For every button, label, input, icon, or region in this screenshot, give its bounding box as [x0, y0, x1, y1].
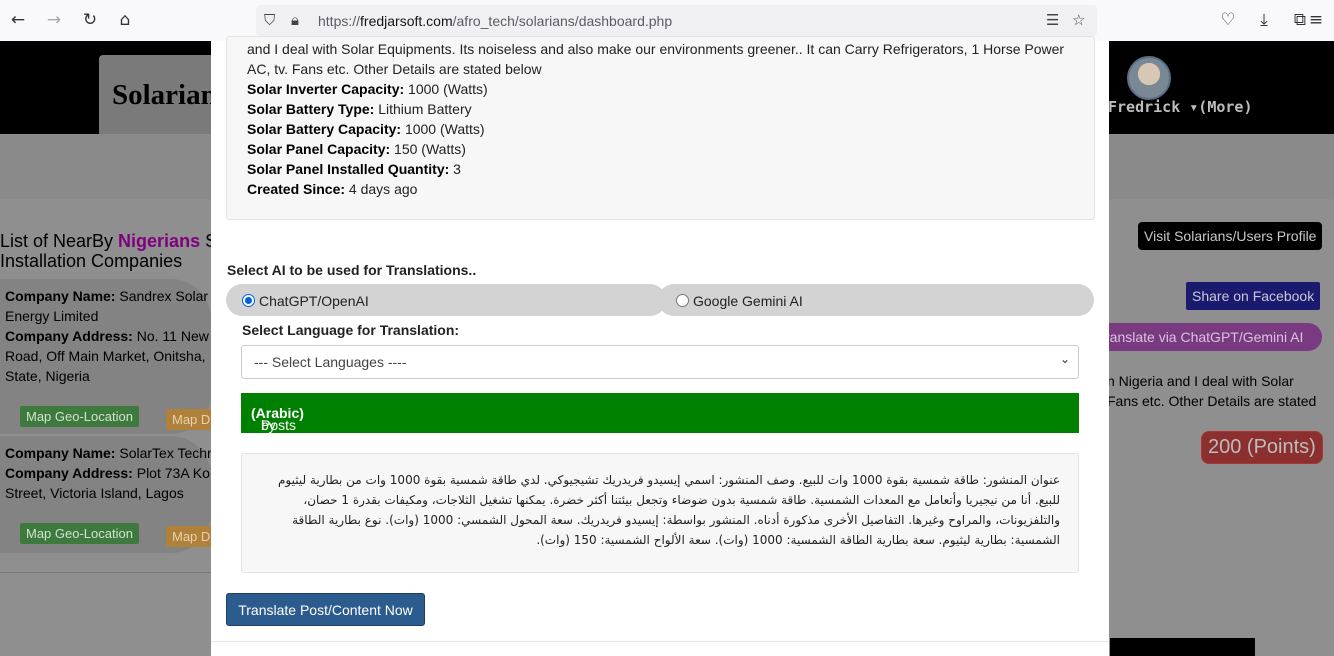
- list-title: List of NearBy Nigerians S Installation C…: [0, 231, 218, 271]
- star-icon[interactable]: ☆: [1072, 11, 1085, 29]
- detail-panel-quantity: Solar Panel Installed Quantity: 3: [247, 161, 461, 177]
- language-select-label: Select Language for Translation:: [242, 322, 460, 338]
- language-select[interactable]: --- Select Languages ---- ⌄: [241, 345, 1079, 379]
- address-bar[interactable]: ⛉ 🔒︎ https://fredjarsoft.com/afro_tech/s…: [256, 5, 1097, 36]
- menu-icon[interactable]: ≡: [1304, 8, 1328, 32]
- detail-inverter: Solar Inverter Capacity: 1000 (Watts): [247, 81, 488, 97]
- share-facebook-button[interactable]: Share on Facebook: [1186, 282, 1321, 310]
- chatgpt-radio-label: ChatGPT/OpenAI: [259, 293, 369, 309]
- url-text: https://fredjarsoft.com/afro_tech/solari…: [318, 13, 673, 29]
- ai-select-label: Select AI to be used for Translations..: [227, 262, 477, 278]
- modal-footer-divider: [211, 641, 1109, 642]
- detail-panel-capacity: Solar Panel Capacity: 150 (Watts): [247, 141, 466, 157]
- post-details-box: and I deal with Solar Equipments. Its no…: [226, 36, 1095, 220]
- forward-icon[interactable]: →: [42, 8, 66, 32]
- translation-modal: and I deal with Solar Equipments. Its no…: [211, 36, 1109, 656]
- company-info: Company Name: SolarTex Techn Company Add…: [5, 445, 215, 501]
- success-message: Posts Successfully Translated to (Arabic…: [251, 405, 387, 481]
- reload-icon[interactable]: ↻: [78, 8, 102, 32]
- language-select-value: --- Select Languages ----: [254, 354, 407, 370]
- back-icon[interactable]: ←: [6, 8, 30, 32]
- home-icon[interactable]: ⌂: [113, 8, 137, 32]
- gemini-radio-label: Google Gemini AI: [693, 293, 803, 309]
- translate-ai-button[interactable]: ranslate via ChatGPT/Gemini AI: [1099, 323, 1322, 351]
- pocket-icon[interactable]: ♡: [1216, 8, 1240, 32]
- divider: [0, 572, 211, 573]
- created-since: Created Since: 4 days ago: [247, 181, 418, 197]
- lock-icon: 🔒︎: [291, 11, 299, 29]
- detail-battery-capacity: Solar Battery Capacity: 1000 (Watts): [247, 121, 485, 137]
- success-alert: Posts Successfully Translated to (Arabic…: [241, 393, 1079, 481]
- translated-content-box: عنوان المنشور: طاقة شمسية بقوة 1000 وات …: [241, 453, 1079, 573]
- company-info: Company Name: Sandrex Solar Energy Limit…: [5, 288, 209, 384]
- detail-battery-type: Solar Battery Type: Lithium Battery: [247, 101, 472, 117]
- download-icon[interactable]: ⤓: [1252, 8, 1276, 32]
- reader-icon[interactable]: ☰: [1046, 11, 1059, 29]
- shield-icon[interactable]: ⛉: [264, 11, 275, 29]
- points-badge: 200 (Points): [1201, 431, 1323, 464]
- avatar[interactable]: [1127, 56, 1171, 100]
- user-menu[interactable]: Fredrick ▾(More): [1108, 98, 1253, 116]
- chatgpt-radio[interactable]: [242, 294, 255, 307]
- gemini-radio[interactable]: [676, 294, 689, 307]
- footer-bar: [1110, 638, 1255, 656]
- map-geolocation-button[interactable]: Map Geo-Location: [20, 406, 139, 427]
- translated-text: عنوان المنشور: طاقة شمسية بقوة 1000 وات …: [277, 473, 1060, 547]
- translate-now-button[interactable]: Translate Post/Content Now: [226, 593, 425, 626]
- post-description-line: and I deal with Solar Equipments. Its no…: [247, 41, 1065, 57]
- chevron-down-icon: ⌄: [1059, 352, 1070, 366]
- post-description-line: AC, tv. Fans etc. Other Details are stat…: [247, 61, 542, 77]
- map-geolocation-button[interactable]: Map Geo-Location: [20, 523, 139, 544]
- visit-profile-button[interactable]: Visit Solarians/Users Profile: [1138, 222, 1323, 250]
- post-description: n Nigeria and I deal with Solar Fans etc.…: [1107, 373, 1317, 409]
